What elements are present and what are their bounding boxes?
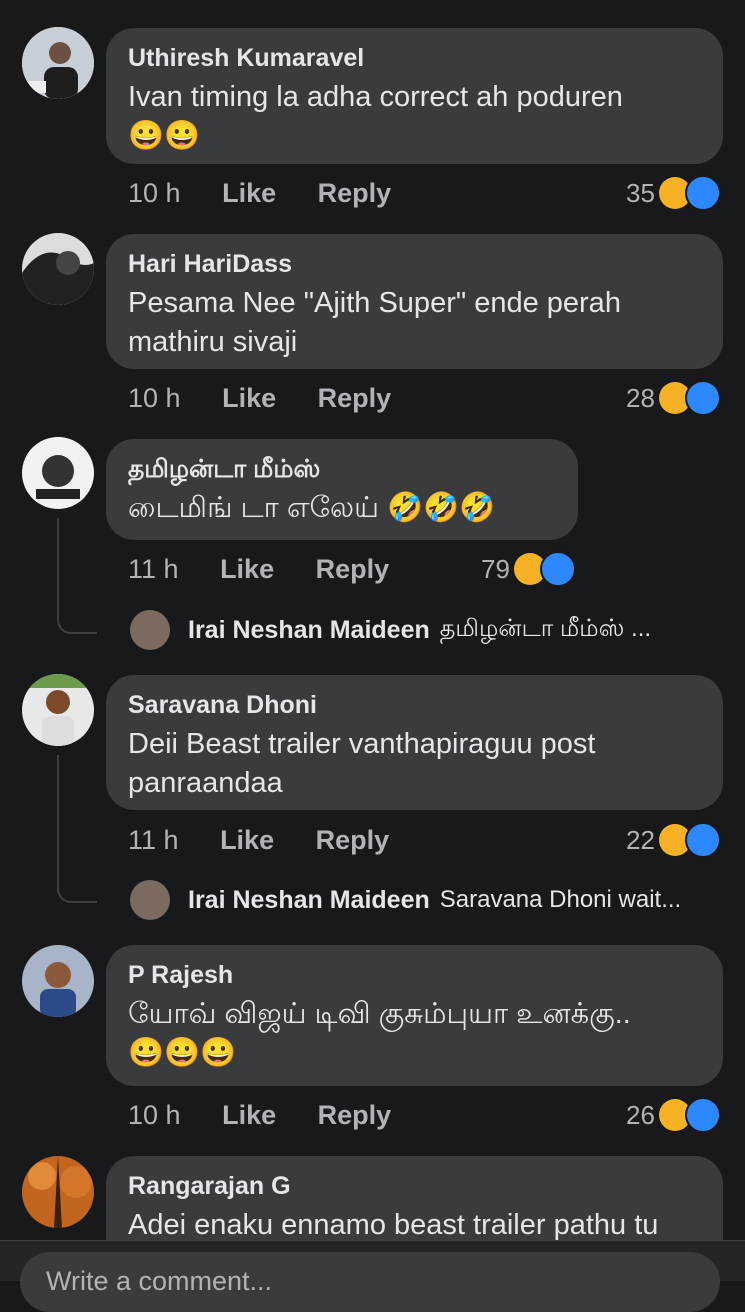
reply-button[interactable]: Reply <box>316 825 390 855</box>
timestamp[interactable]: 10 h <box>128 178 181 208</box>
comment-actions: 10 h Like Reply <box>128 178 391 209</box>
like-button[interactable]: Like <box>220 554 274 584</box>
like-icon <box>684 380 721 416</box>
thread-line <box>57 518 97 634</box>
timestamp[interactable]: 10 h <box>128 383 181 413</box>
avatar[interactable] <box>22 437 94 509</box>
avatar[interactable] <box>22 1156 94 1228</box>
timestamp[interactable]: 11 h <box>128 554 179 584</box>
comment-actions: 10 h Like Reply <box>128 1100 391 1131</box>
comment-actions: 11 h Like Reply <box>128 554 389 585</box>
avatar[interactable] <box>22 674 94 746</box>
timestamp[interactable]: 11 h <box>128 825 179 855</box>
comment-text: யோவ் விஜய் டிவி குசும்புயா உனக்கு.. 😀😀😀 <box>128 998 631 1069</box>
comment-bubble[interactable]: Saravana Dhoni Deii Beast trailer vantha… <box>106 675 723 810</box>
commenter-name[interactable]: Uthiresh Kumaravel <box>128 42 701 74</box>
reaction-count[interactable]: 22 <box>626 822 721 858</box>
comment-bubble[interactable]: தமிழன்டா மீம்ஸ் டைமிங் டா எலேய் 🤣🤣🤣 <box>106 439 578 540</box>
avatar[interactable] <box>22 233 94 305</box>
comment-text: டைமிங் டா எலேய் 🤣🤣🤣 <box>128 492 496 524</box>
timestamp[interactable]: 10 h <box>128 1100 181 1130</box>
reaction-count-value: 79 <box>481 553 510 584</box>
comment-bubble[interactable]: Hari HariDass Pesama Nee "Ajith Super" e… <box>106 234 723 369</box>
commenter-name[interactable]: Saravana Dhoni <box>128 689 701 721</box>
like-button[interactable]: Like <box>222 1100 276 1130</box>
reaction-count[interactable]: 79 <box>481 551 576 587</box>
emoji-row: 😀😀 <box>128 120 201 152</box>
reply-button[interactable]: Reply <box>316 554 390 584</box>
reaction-count[interactable]: 35 <box>626 175 721 211</box>
reaction-count-value: 35 <box>626 177 655 208</box>
reaction-count[interactable]: 26 <box>626 1097 721 1133</box>
reply-button[interactable]: Reply <box>318 178 392 208</box>
reaction-count-value: 22 <box>626 824 655 855</box>
like-icon <box>539 551 576 587</box>
reply-author[interactable]: Irai Neshan Maideen <box>188 886 430 915</box>
commenter-name[interactable]: P Rajesh <box>128 959 701 991</box>
like-button[interactable]: Like <box>220 825 274 855</box>
comment-text: Deii Beast trailer vanthapiraguu post pa… <box>128 728 596 799</box>
commenter-name[interactable]: Rangarajan G <box>128 1170 701 1202</box>
like-icon <box>684 1097 721 1133</box>
like-button[interactable]: Like <box>222 383 276 413</box>
emoji-row: 😀😀😀 <box>128 1037 237 1069</box>
comment-text: Ivan timing la adha correct ah poduren 😀😀 <box>128 81 623 152</box>
comment-bubble[interactable]: Uthiresh Kumaravel Ivan timing la adha c… <box>106 28 723 164</box>
reply-avatar <box>130 610 170 650</box>
comment-input-placeholder: Write a comment... <box>46 1266 273 1296</box>
reply-preview[interactable]: Irai Neshan Maideen Saravana Dhoni wait.… <box>130 880 681 920</box>
comment-input[interactable]: Write a comment... <box>20 1252 720 1312</box>
reply-button[interactable]: Reply <box>318 383 392 413</box>
reply-author[interactable]: Irai Neshan Maideen <box>188 616 430 645</box>
reaction-count-value: 26 <box>626 1099 655 1130</box>
reaction-count[interactable]: 28 <box>626 380 721 416</box>
reply-snippet: Saravana Dhoni wait... <box>439 886 682 913</box>
like-icon <box>684 822 721 858</box>
thread-line <box>57 755 97 903</box>
comment-actions: 10 h Like Reply <box>128 383 391 414</box>
reaction-count-value: 28 <box>626 382 655 413</box>
like-icon <box>684 175 721 211</box>
comment-text: Pesama Nee "Ajith Super" ende perah math… <box>128 287 621 358</box>
like-button[interactable]: Like <box>222 178 276 208</box>
avatar[interactable] <box>22 945 94 1017</box>
comment-actions: 11 h Like Reply <box>128 825 389 856</box>
reply-avatar <box>130 880 170 920</box>
avatar[interactable] <box>22 27 94 99</box>
commenter-name[interactable]: தமிழன்டா மீம்ஸ் <box>128 453 556 485</box>
reply-snippet: தமிழன்டா மீம்ஸ் ... <box>439 615 652 642</box>
comment-bubble[interactable]: P Rajesh யோவ் விஜய் டிவி குசும்புயா உனக்… <box>106 945 723 1086</box>
commenter-name[interactable]: Hari HariDass <box>128 248 701 280</box>
reply-preview[interactable]: Irai Neshan Maideen தமிழன்டா மீம்ஸ் ... <box>130 610 651 650</box>
reply-button[interactable]: Reply <box>318 1100 392 1130</box>
emoji-row: 🤣🤣🤣 <box>387 492 496 524</box>
